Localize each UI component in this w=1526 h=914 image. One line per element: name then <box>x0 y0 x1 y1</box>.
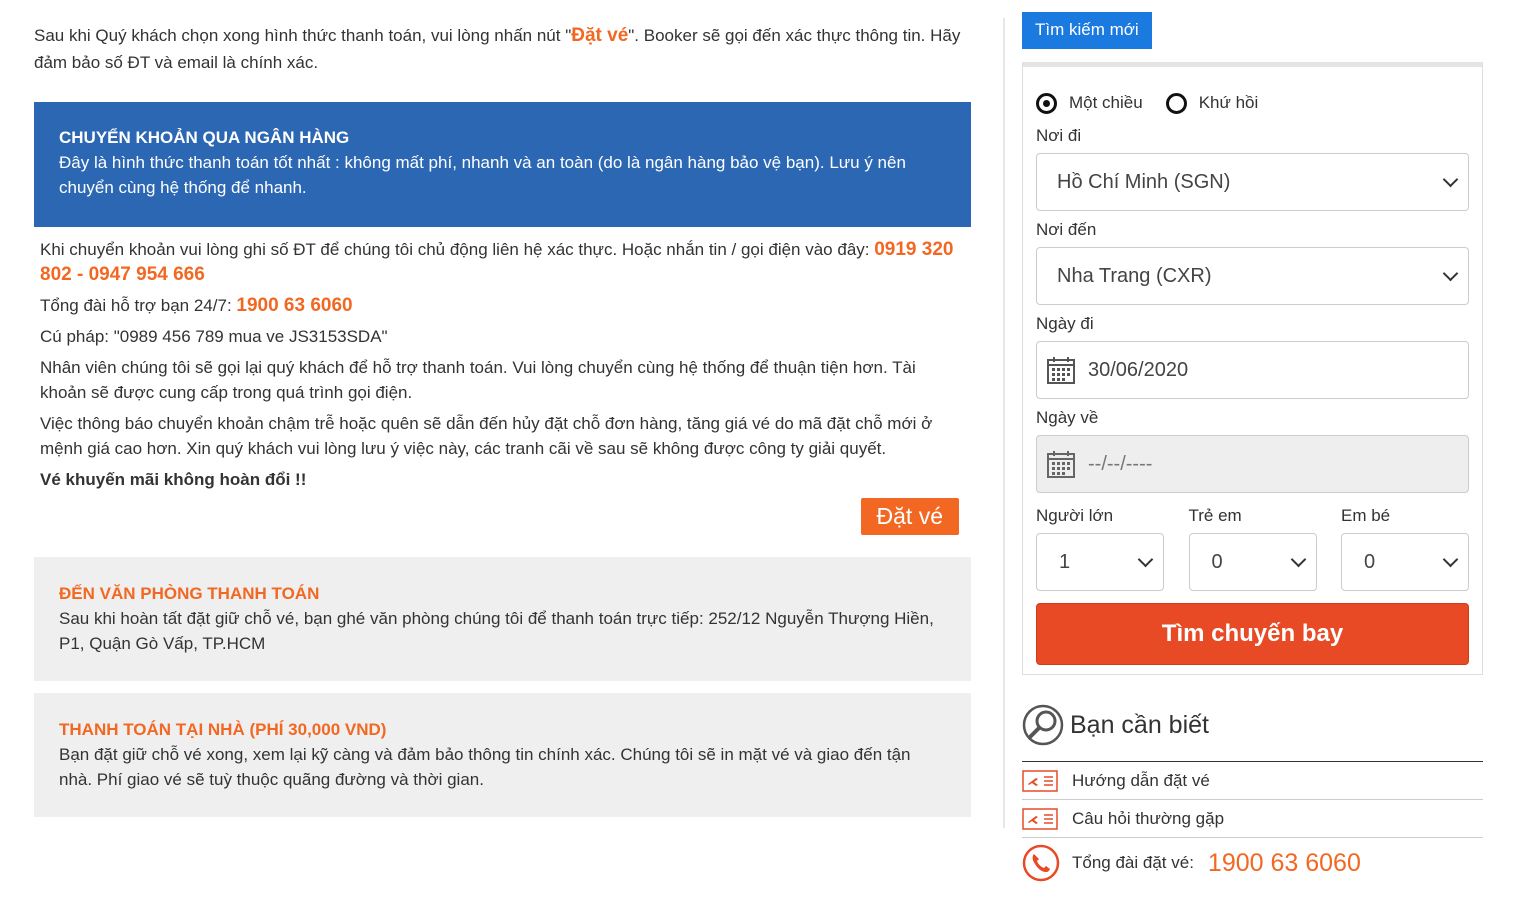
chevron-down-icon <box>1442 265 1459 282</box>
home-payment-box: THANH TOÁN TẠI NHÀ (PHÍ 30,000 VND) Bạn … <box>34 693 971 817</box>
info-section-header: Bạn cần biết <box>1022 701 1483 749</box>
chevron-down-icon <box>1442 171 1459 188</box>
passenger-selectors: Người lớn 1 Trẻ em 0 Em bé 0 <box>1036 501 1469 603</box>
return-date-value: --/--/---- <box>1088 452 1153 475</box>
callback-note: Nhân viên chúng tôi sẽ gọi lại quý khách… <box>40 358 916 402</box>
guide-link[interactable]: Hướng dẫn đặt vé <box>1022 762 1483 800</box>
infants-value: 0 <box>1364 550 1376 573</box>
new-search-button[interactable]: Tìm kiếm mới <box>1022 12 1152 49</box>
to-value: Nha Trang (CXR) <box>1057 264 1212 287</box>
chevron-down-icon <box>1290 551 1306 568</box>
adults-value: 1 <box>1059 550 1071 573</box>
home-payment-desc: Bạn đặt giữ chỗ vé xong, xem lại kỹ càng… <box>59 745 911 789</box>
depart-date-input[interactable]: 30/06/2020 <box>1036 341 1469 399</box>
phone-icon <box>1022 844 1060 882</box>
children-value: 0 <box>1211 550 1223 573</box>
chevron-down-icon <box>1137 551 1154 568</box>
bank-transfer-body: Khi chuyển khoản vui lòng ghi số ĐT để c… <box>34 227 971 535</box>
bank-transfer-desc: Đây là hình thức thanh toán tốt nhất : k… <box>59 153 906 197</box>
one-way-label: Một chiều <box>1069 93 1143 112</box>
contact-text: Khi chuyển khoản vui lòng ghi số ĐT để c… <box>40 240 875 259</box>
guide-link-label: Hướng dẫn đặt vé <box>1072 770 1210 790</box>
adults-select[interactable]: 1 <box>1036 533 1164 591</box>
office-payment-desc: Sau khi hoàn tất đặt giữ chỗ vé, bạn ghé… <box>59 609 934 653</box>
booking-hotline-number[interactable]: 1900 63 6060 <box>1208 849 1361 878</box>
faq-link-label: Câu hỏi thường gặp <box>1072 808 1225 828</box>
intro-part1: Sau khi Quý khách chọn xong hình thức th… <box>34 26 572 45</box>
intro-highlight: Đặt vé <box>571 25 629 46</box>
one-way-radio[interactable]: Một chiều <box>1036 92 1143 114</box>
return-date-input[interactable]: --/--/---- <box>1036 435 1469 493</box>
ticket-icon <box>1022 807 1058 830</box>
children-select[interactable]: 0 <box>1188 533 1317 591</box>
promo-note: Vé khuyến mãi không hoàn đổi !! <box>40 470 307 489</box>
intro-text: Sau khi Quý khách chọn xong hình thức th… <box>34 22 971 76</box>
to-select[interactable]: Nha Trang (CXR) <box>1036 247 1469 305</box>
flight-search-sidebar: Tìm kiếm mới Một chiều Khứ hồi Nơi đi Hồ… <box>1022 12 1483 888</box>
flight-search-form: Một chiều Khứ hồi Nơi đi Hồ Chí Minh (SG… <box>1022 62 1483 675</box>
hotline-number: 1900 63 6060 <box>236 295 353 316</box>
from-label: Nơi đi <box>1036 126 1082 145</box>
payment-methods: Sau khi Quý khách chọn xong hình thức th… <box>34 22 971 817</box>
support-hotline: Tổng đài hỗ trợ bạn 24/7: 1900 63 6060 <box>40 293 965 318</box>
magnifier-icon <box>1022 704 1064 746</box>
info-links: Hướng dẫn đặt vé Câu hỏi thường gặp Tổng… <box>1022 761 1483 888</box>
bank-transfer-header: CHUYỂN KHOẢN QUA NGÂN HÀNG Đây là hình t… <box>34 102 971 227</box>
adults-label: Người lớn <box>1036 506 1114 525</box>
home-payment-title: THANH TOÁN TẠI NHÀ (PHÍ 30,000 VND) <box>59 720 387 739</box>
radio-unchecked-icon <box>1165 92 1187 114</box>
calendar-icon <box>1047 450 1075 478</box>
booking-hotline: Tổng đài đặt vé: 1900 63 6060 <box>1022 838 1483 888</box>
ticket-icon <box>1022 769 1058 792</box>
to-label: Nơi đến <box>1036 220 1097 239</box>
search-flights-button[interactable]: Tìm chuyến bay <box>1036 603 1469 665</box>
round-trip-radio[interactable]: Khứ hồi <box>1165 92 1259 114</box>
children-label: Trẻ em <box>1188 506 1242 525</box>
info-title: Bạn cần biết <box>1070 710 1209 739</box>
sms-syntax: Cú pháp: "0989 456 789 mua ve JS3153SDA" <box>40 327 388 346</box>
office-payment-box: ĐẾN VĂN PHÒNG THANH TOÁN Sau khi hoàn tấ… <box>34 557 971 681</box>
infants-label: Em bé <box>1341 506 1391 525</box>
chevron-down-icon <box>1442 551 1459 568</box>
depart-label: Ngày đi <box>1036 314 1094 333</box>
column-divider <box>1003 18 1005 828</box>
depart-date-value: 30/06/2020 <box>1088 358 1189 381</box>
from-value: Hồ Chí Minh (SGN) <box>1057 170 1231 193</box>
round-trip-label: Khứ hồi <box>1198 93 1259 112</box>
late-payment-note: Việc thông báo chuyển khoản chậm trễ hoặ… <box>40 414 933 458</box>
infants-select[interactable]: 0 <box>1341 533 1469 591</box>
from-select[interactable]: Hồ Chí Minh (SGN) <box>1036 153 1469 211</box>
calendar-icon <box>1047 356 1075 384</box>
booking-hotline-label: Tổng đài đặt vé: <box>1072 853 1194 872</box>
hotline-text: Tổng đài hỗ trợ bạn 24/7: <box>40 296 237 315</box>
trip-type: Một chiều Khứ hồi <box>1036 85 1469 121</box>
radio-checked-icon <box>1036 92 1057 114</box>
contact-info: Khi chuyển khoản vui lòng ghi số ĐT để c… <box>40 237 965 287</box>
bank-transfer-title: CHUYỂN KHOẢN QUA NGÂN HÀNG <box>59 128 350 147</box>
book-ticket-button[interactable]: Đặt vé <box>860 498 959 535</box>
office-payment-title: ĐẾN VĂN PHÒNG THANH TOÁN <box>59 584 320 603</box>
faq-link[interactable]: Câu hỏi thường gặp <box>1022 800 1483 838</box>
return-label: Ngày về <box>1036 408 1099 427</box>
